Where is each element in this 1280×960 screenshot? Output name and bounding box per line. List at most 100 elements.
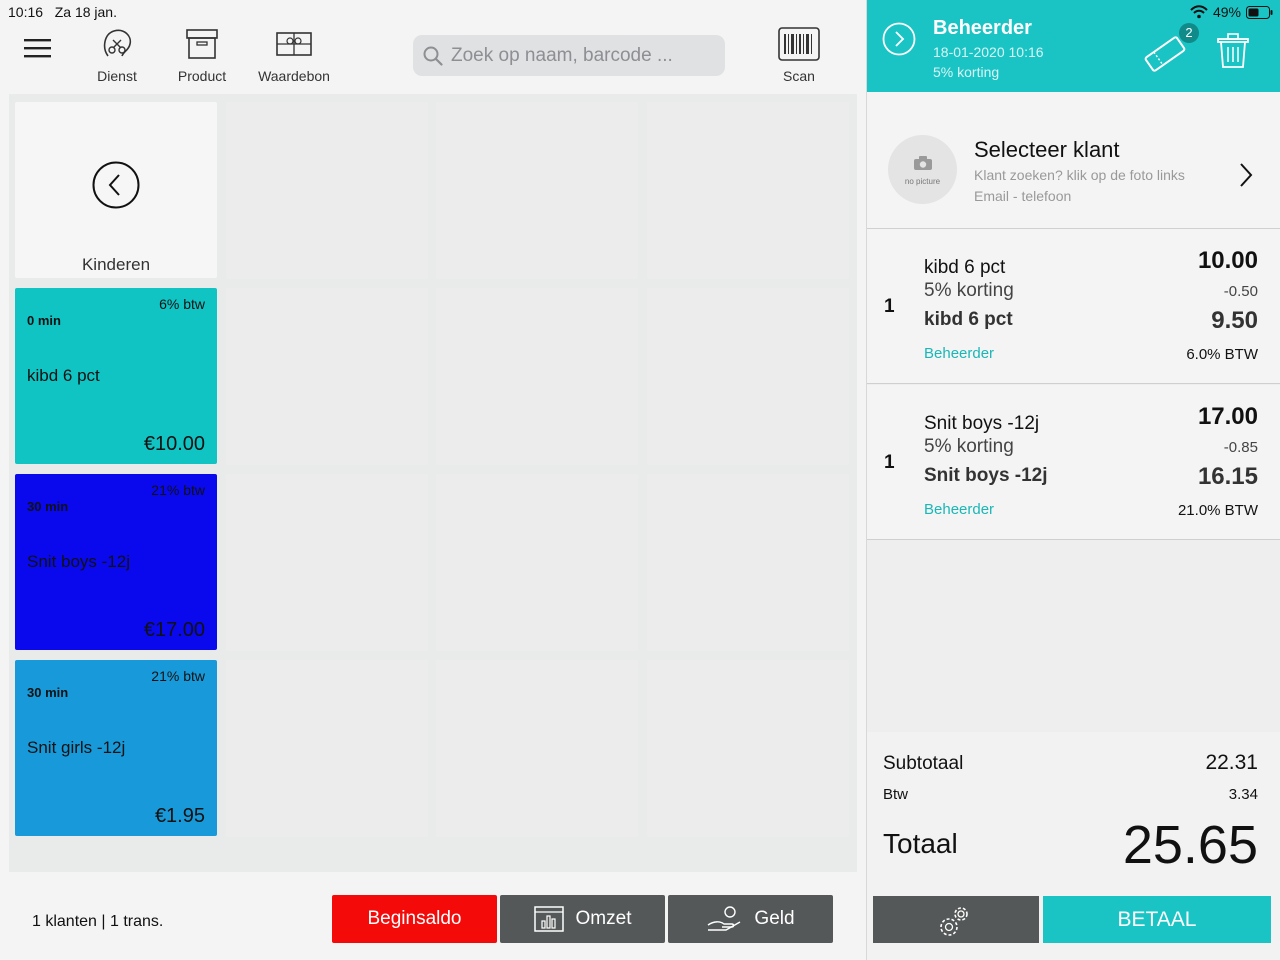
line-name: kibd 6 pct <box>924 257 1006 278</box>
betaal-button[interactable]: BETAAL <box>1043 896 1271 943</box>
gift-voucher-icon <box>276 32 312 56</box>
barcode-icon <box>778 27 820 61</box>
cart-line-item[interactable]: 1 kibd 6 pct 5% korting kibd 6 pct Behee… <box>867 229 1280 384</box>
voucher-button[interactable]: 2 <box>1143 23 1199 72</box>
back-category-tile[interactable]: Kinderen <box>15 102 217 278</box>
cart-panel: Beheerder 18-01-2020 10:16 5% korting 49… <box>866 0 1280 960</box>
line-discount-amount: -0.85 <box>1223 439 1258 456</box>
line-employee[interactable]: Beheerder <box>924 345 994 362</box>
tile-price: €17.00 <box>143 619 205 641</box>
customer-contact: Email - telefoon <box>974 188 1072 204</box>
no-picture-text: no picture <box>904 177 941 186</box>
line-discount-amount: -0.50 <box>1223 283 1258 300</box>
line-discount-label: 5% korting <box>924 280 1014 301</box>
beginsaldo-label: Beginsaldo <box>367 908 462 929</box>
line-btw: 21.0% BTW <box>1177 502 1258 519</box>
waardebon-button[interactable]: Waardebon <box>254 26 334 84</box>
beginsaldo-button[interactable]: Beginsaldo <box>332 895 497 943</box>
total-value: 25.65 <box>1122 815 1258 875</box>
product-label: Product <box>177 68 227 84</box>
line-net-price: 9.50 <box>1211 307 1258 334</box>
battery-percent: 49% <box>1212 4 1241 20</box>
empty-cell <box>647 102 849 279</box>
empty-cell <box>436 474 638 651</box>
betaal-label: BETAAL <box>1117 907 1197 931</box>
product-tile[interactable]: 21% btw 30 min Snit boys -12j €17.00 <box>15 474 217 650</box>
status-time: 10:16 Za 18 jan. <box>8 4 117 20</box>
line-net-price: 16.15 <box>1197 463 1258 490</box>
tile-name: Snit boys -12j <box>27 552 130 571</box>
scan-label: Scan <box>783 68 815 84</box>
empty-cell <box>436 288 638 465</box>
dienst-button[interactable]: Dienst <box>86 26 148 84</box>
settings-button[interactable] <box>873 896 1039 943</box>
customer-hint: Klant zoeken? klik op de foto links <box>974 167 1185 183</box>
btw-value: 3.34 <box>1228 786 1258 803</box>
empty-cell <box>647 288 849 465</box>
tile-duration: 0 min <box>27 313 61 328</box>
geld-label: Geld <box>754 908 795 929</box>
cart-discount: 5% korting <box>933 64 1000 80</box>
line-discount-label: 5% korting <box>924 436 1014 457</box>
status-wifi-battery: 49% <box>1190 4 1273 20</box>
dienst-icon <box>103 29 132 57</box>
cart-datetime: 18-01-2020 10:16 <box>933 44 1044 60</box>
trash-icon[interactable] <box>1217 33 1249 69</box>
omzet-label: Omzet <box>575 908 632 929</box>
dienst-label: Dienst <box>97 68 137 84</box>
line-employee[interactable]: Beheerder <box>924 501 994 518</box>
tile-duration: 30 min <box>27 499 69 514</box>
avatar[interactable]: no picture <box>888 135 957 204</box>
bottom-bar: 1 klanten | 1 trans. Beginsaldo Omzet Ge… <box>0 872 866 960</box>
tile-name: kibd 6 pct <box>27 366 100 385</box>
back-circle-icon <box>92 161 140 209</box>
totals-section: Subtotaal 22.31 Btw 3.34 Totaal 25.65 <box>867 732 1280 882</box>
wifi-icon <box>1190 5 1208 19</box>
btw-label: Btw <box>883 786 909 803</box>
omzet-button[interactable]: Omzet <box>500 895 665 943</box>
tile-price: €10.00 <box>143 433 205 455</box>
empty-cell <box>647 474 849 651</box>
gears-icon <box>940 906 968 936</box>
product-button[interactable]: Product <box>172 26 232 84</box>
cart-header: Beheerder 18-01-2020 10:16 5% korting 49… <box>867 0 1280 92</box>
search-bar[interactable] <box>413 35 725 76</box>
search-input[interactable] <box>449 43 719 68</box>
stats-text: 1 klanten | 1 trans. <box>32 913 164 930</box>
category-label: Kinderen <box>81 255 151 274</box>
cart-line-item[interactable]: 1 Snit boys -12j 5% korting Snit boys -1… <box>867 385 1280 540</box>
tile-btw: 21% btw <box>151 482 205 498</box>
waardebon-label: Waardebon <box>258 68 330 84</box>
product-grid: Kinderen 6% btw 0 min kibd 6 pct €10.00 … <box>9 94 857 872</box>
chevron-right-icon <box>1240 163 1253 187</box>
tile-price: €1.95 <box>154 805 205 827</box>
product-tile[interactable]: 21% btw 30 min Snit girls -12j €1.95 <box>15 660 217 836</box>
tile-duration: 30 min <box>27 685 69 700</box>
product-tile[interactable]: 6% btw 0 min kibd 6 pct €10.00 <box>15 288 217 464</box>
cart-user: Beheerder <box>933 17 1032 39</box>
voucher-badge: 2 <box>1179 23 1199 43</box>
scan-button[interactable]: Scan <box>774 26 824 84</box>
line-name: Snit boys -12j <box>924 413 1040 434</box>
product-box-icon <box>186 29 218 59</box>
empty-cell <box>436 660 638 837</box>
empty-cell <box>226 660 428 837</box>
line-quantity: 1 <box>884 452 895 473</box>
expand-arrow-icon[interactable] <box>882 22 916 56</box>
cart-actions: BETAAL <box>867 882 1280 960</box>
tile-btw: 6% btw <box>159 296 205 312</box>
money-hand-icon <box>708 906 741 931</box>
geld-button[interactable]: Geld <box>668 895 833 943</box>
empty-cell <box>436 102 638 279</box>
hamburger-icon <box>24 39 51 58</box>
chart-icon <box>533 906 564 932</box>
empty-cell <box>647 660 849 837</box>
line-price: 10.00 <box>1197 247 1258 274</box>
product-panel: 10:16 Za 18 jan. Dienst Product Waardebo… <box>0 0 866 960</box>
menu-button[interactable] <box>24 38 52 60</box>
empty-cell <box>226 288 428 465</box>
search-icon <box>423 46 443 66</box>
line-net-name: Snit boys -12j <box>924 465 1048 486</box>
empty-cell <box>226 474 428 651</box>
select-customer-row[interactable]: no picture Selecteer klant Klant zoeken?… <box>867 92 1280 229</box>
